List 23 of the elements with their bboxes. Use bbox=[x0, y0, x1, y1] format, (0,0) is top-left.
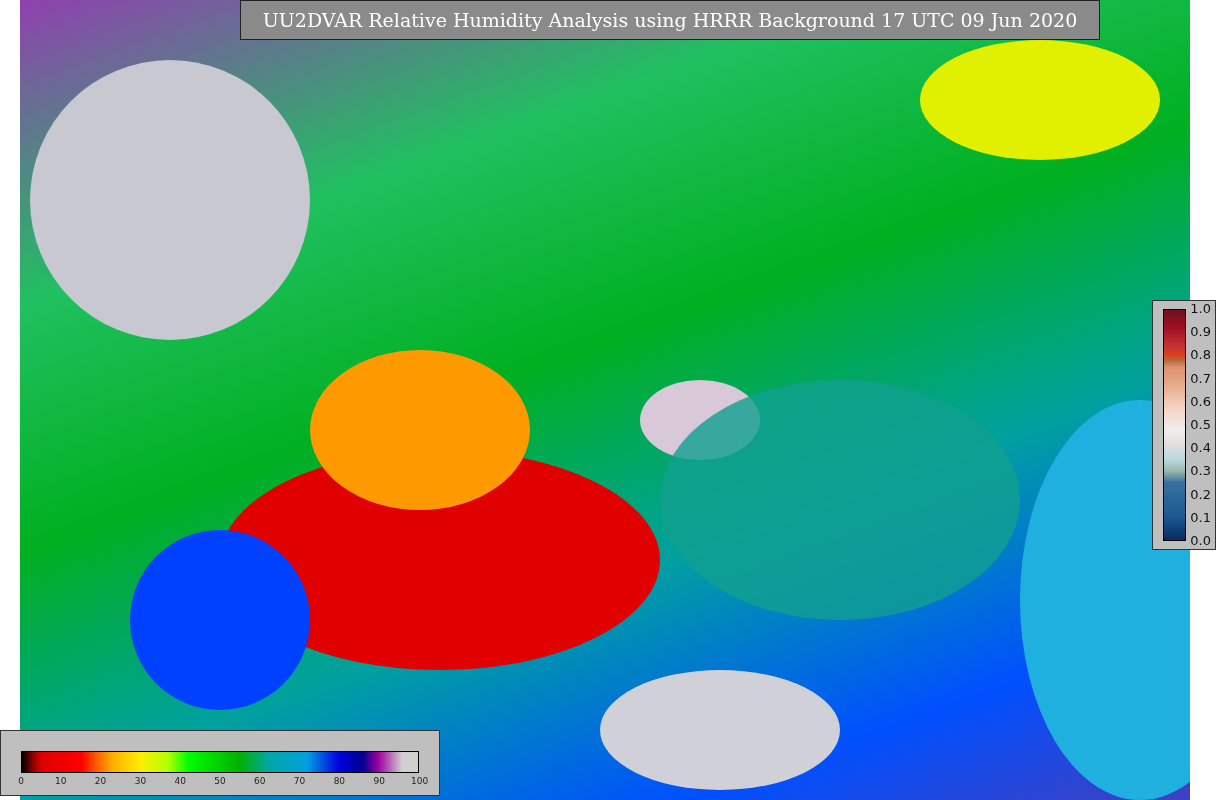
tick-label: 40 bbox=[173, 776, 187, 786]
tick-label: 0.5 bbox=[1190, 415, 1211, 434]
map-title: UU2DVAR Relative Humidity Analysis using HRRR Background 17 UTC 09 Jun 2020 bbox=[240, 0, 1100, 40]
tick-label: 0 bbox=[17, 776, 25, 786]
tick-label: 0.8 bbox=[1190, 346, 1211, 365]
tick-label: 0.4 bbox=[1190, 439, 1211, 458]
tick-label: 80 bbox=[332, 776, 347, 786]
tick-label: 0.0 bbox=[1190, 531, 1211, 550]
tick-label: 0.9 bbox=[1190, 323, 1211, 342]
tick-label: 60 bbox=[253, 776, 267, 786]
tick-label: 0.3 bbox=[1190, 462, 1211, 481]
tick-label: 100 bbox=[410, 776, 427, 786]
tick-label: 10 bbox=[54, 776, 68, 786]
tick-label: 70 bbox=[292, 776, 307, 786]
tick-label: 20 bbox=[93, 776, 108, 786]
tick-label: 0.1 bbox=[1190, 508, 1211, 527]
tick-label: 90 bbox=[372, 776, 386, 786]
tick-label: 50 bbox=[213, 776, 227, 786]
tick-label: 30 bbox=[133, 776, 148, 786]
tick-label: 1.0 bbox=[1190, 300, 1211, 318]
tick-label: 0.7 bbox=[1190, 369, 1211, 388]
tick-label: 0.2 bbox=[1190, 485, 1211, 504]
tick-label: 0.6 bbox=[1190, 392, 1211, 411]
